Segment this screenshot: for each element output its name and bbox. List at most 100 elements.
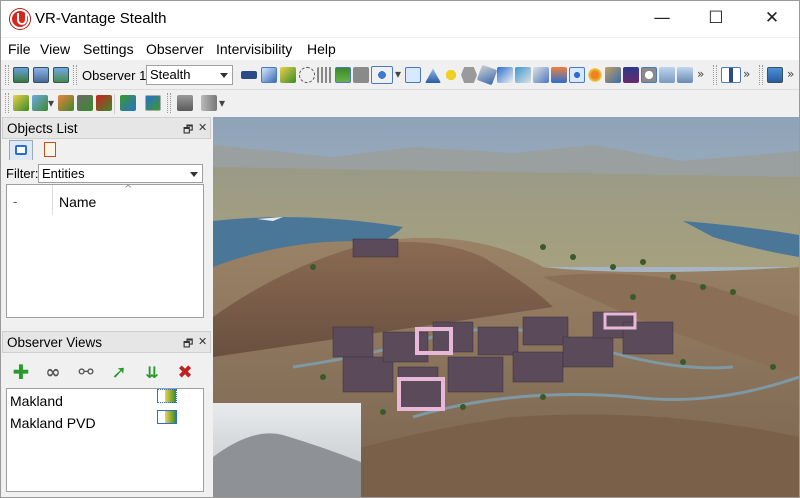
search-icon[interactable] xyxy=(605,67,621,83)
3d-viewport[interactable] xyxy=(213,117,799,497)
copy-entity-icon[interactable] xyxy=(77,95,93,111)
objects-list-table[interactable]: ^ - Name xyxy=(6,184,204,318)
toolbar-grip-icon[interactable] xyxy=(73,65,77,85)
menu-help[interactable]: Help xyxy=(307,41,336,57)
menu-bar: File View Settings Observer Intervisibil… xyxy=(1,38,799,60)
elevation-icon[interactable] xyxy=(425,68,441,83)
toolbar-separator xyxy=(114,94,115,114)
update-view-button[interactable]: ⇊ xyxy=(141,361,163,383)
column-separator[interactable] xyxy=(52,185,53,215)
float-panel-icon[interactable]: 🗗 xyxy=(183,335,193,354)
dropdown-arrow-icon[interactable]: ▾ xyxy=(395,67,401,81)
terrain-view-icon[interactable] xyxy=(335,67,351,83)
clipboard-icon xyxy=(44,142,56,157)
window-title: VR-Vantage Stealth xyxy=(35,10,167,27)
observer-views-header: Observer Views 🗗 ✕ xyxy=(2,331,211,353)
close-panel-icon[interactable]: ✕ xyxy=(198,335,207,348)
menu-file[interactable]: File xyxy=(8,41,31,57)
move-tool-icon[interactable] xyxy=(515,67,531,83)
edit-entity-icon[interactable] xyxy=(58,95,74,111)
pencil-icon[interactable] xyxy=(533,67,549,83)
sky-icon[interactable] xyxy=(659,67,675,83)
aircraft-icon[interactable] xyxy=(241,71,257,79)
toolbar-overflow-button-2[interactable]: » xyxy=(743,67,750,81)
network-icon[interactable] xyxy=(177,95,193,111)
chevron-down-icon xyxy=(190,172,198,177)
toolbar-grip-icon[interactable] xyxy=(759,65,763,85)
create-entity-icon[interactable] xyxy=(13,95,29,111)
grid-icon[interactable] xyxy=(317,67,333,83)
terrain-scene[interactable] xyxy=(213,117,799,497)
weather-icon[interactable] xyxy=(677,67,693,83)
column-header-name[interactable]: Name xyxy=(59,194,96,210)
toolbar-overflow-button-3[interactable]: » xyxy=(787,67,794,81)
list-item[interactable]: Makland PVD xyxy=(10,415,96,431)
explosion-icon[interactable] xyxy=(587,67,603,83)
orbit-icon[interactable] xyxy=(299,67,315,83)
monitor-icon xyxy=(15,145,27,155)
tab-entities[interactable] xyxy=(9,140,33,160)
observer-views-list[interactable]: Makland Makland PVD xyxy=(6,388,204,492)
title-bar: VR-Vantage Stealth — ☐ ✕ xyxy=(1,1,799,37)
list-item[interactable]: Makland xyxy=(10,393,63,409)
filter-value: Entities xyxy=(42,166,85,181)
tether-icon[interactable] xyxy=(280,67,296,83)
delete-entity-icon[interactable] xyxy=(96,95,112,111)
satellite-view-icon[interactable] xyxy=(371,66,393,84)
menu-settings[interactable]: Settings xyxy=(83,41,134,57)
attach-entity-icon[interactable] xyxy=(120,95,136,111)
toolbar-grip-icon[interactable] xyxy=(167,93,171,113)
app-logo-icon xyxy=(10,9,30,29)
screenshot-icon[interactable] xyxy=(53,67,69,83)
link-view-button[interactable]: ∞ xyxy=(42,361,64,383)
objects-list-header: Objects List 🗗 ✕ xyxy=(2,117,211,139)
attach-observer-icon[interactable] xyxy=(261,67,277,83)
filter-select[interactable]: Entities xyxy=(38,164,203,183)
add-view-button[interactable]: ✚ xyxy=(10,360,32,384)
toolbar-grip-icon[interactable] xyxy=(713,65,717,85)
column-header-status[interactable]: - xyxy=(13,194,17,209)
night-vision-icon[interactable] xyxy=(623,67,639,83)
entity-menu-icon[interactable] xyxy=(32,95,48,111)
image-capture-icon[interactable] xyxy=(13,67,29,83)
toolbar-grip-icon[interactable] xyxy=(5,93,9,113)
filter-label: Filter: xyxy=(6,166,39,181)
observer-mode-select[interactable]: Stealth xyxy=(146,65,233,85)
app-window: VR-Vantage Stealth — ☐ ✕ File View Setti… xyxy=(0,0,800,498)
sort-caret-icon[interactable]: ^ xyxy=(124,184,132,195)
menu-intervisibility[interactable]: Intervisibility xyxy=(216,41,292,57)
close-button[interactable]: ✕ xyxy=(749,1,795,35)
toolbar-overflow-button[interactable]: » xyxy=(697,67,704,81)
dropdown-arrow-icon[interactable]: ▾ xyxy=(219,96,225,110)
map-view-icon[interactable] xyxy=(353,67,369,83)
lighting-icon[interactable] xyxy=(443,67,459,83)
observer-views-title: Observer Views xyxy=(7,335,103,350)
entity-info-icon[interactable] xyxy=(145,95,161,111)
observer-focus-icon[interactable] xyxy=(569,67,585,83)
tab-objects[interactable] xyxy=(38,140,62,160)
float-panel-icon[interactable]: 🗗 xyxy=(183,121,193,140)
menu-view[interactable]: View xyxy=(40,41,70,57)
plaza-building[interactable] xyxy=(397,377,445,411)
goto-view-button[interactable]: ➚ xyxy=(108,361,130,383)
secondary-toolbar: ▾ ▾ xyxy=(1,90,799,117)
select-tool-icon[interactable] xyxy=(497,67,513,83)
menu-observer[interactable]: Observer xyxy=(146,41,204,57)
dropdown-arrow-icon[interactable]: ▾ xyxy=(48,96,54,110)
maximize-button[interactable]: ☐ xyxy=(693,1,739,35)
export-icon[interactable] xyxy=(767,67,783,83)
view-pvd-icon xyxy=(157,410,177,424)
delete-view-button[interactable]: ✖ xyxy=(174,361,196,383)
layers-icon[interactable] xyxy=(551,67,567,83)
close-panel-icon[interactable]: ✕ xyxy=(198,121,207,134)
toolbar-grip-icon[interactable] xyxy=(5,65,9,85)
time-slider-icon[interactable] xyxy=(721,67,741,83)
unlink-view-button[interactable]: ⚯ xyxy=(75,361,97,383)
settings-gear-icon[interactable] xyxy=(461,67,477,83)
locate-icon[interactable] xyxy=(405,67,421,83)
measure-icon[interactable] xyxy=(476,64,498,86)
record-icon[interactable] xyxy=(201,95,217,111)
video-capture-icon[interactable] xyxy=(33,67,49,83)
minimize-button[interactable]: — xyxy=(639,1,685,35)
annotation-icon[interactable] xyxy=(641,67,657,83)
